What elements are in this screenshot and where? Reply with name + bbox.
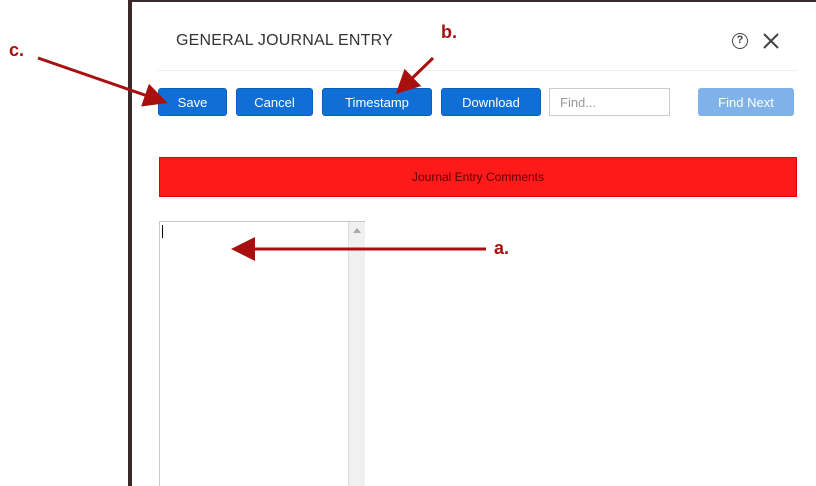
journal-entry-dialog: GENERAL JOURNAL ENTRY ? Save Cancel Time… bbox=[132, 2, 816, 486]
find-input[interactable] bbox=[549, 88, 670, 116]
save-button[interactable]: Save bbox=[158, 88, 227, 116]
comments-scrollbar[interactable] bbox=[348, 222, 365, 486]
timestamp-button[interactable]: Timestamp bbox=[322, 88, 432, 116]
annotation-label-a: a. bbox=[494, 238, 510, 258]
comments-textarea[interactable] bbox=[159, 221, 365, 486]
header-divider bbox=[158, 70, 798, 71]
help-icon[interactable]: ? bbox=[732, 33, 748, 49]
text-caret bbox=[162, 225, 163, 238]
annotation-label-b: b. bbox=[441, 22, 457, 42]
dialog-title: GENERAL JOURNAL ENTRY bbox=[176, 32, 393, 49]
cancel-button[interactable]: Cancel bbox=[236, 88, 313, 116]
scroll-up-arrow-icon[interactable] bbox=[353, 228, 361, 233]
screenshot-stage: GENERAL JOURNAL ENTRY ? Save Cancel Time… bbox=[0, 0, 816, 486]
download-button[interactable]: Download bbox=[441, 88, 541, 116]
find-next-button[interactable]: Find Next bbox=[698, 88, 794, 116]
close-icon[interactable] bbox=[760, 30, 782, 52]
annotation-label-c: c. bbox=[9, 40, 25, 60]
journal-entry-comments-header: Journal Entry Comments bbox=[159, 157, 797, 197]
